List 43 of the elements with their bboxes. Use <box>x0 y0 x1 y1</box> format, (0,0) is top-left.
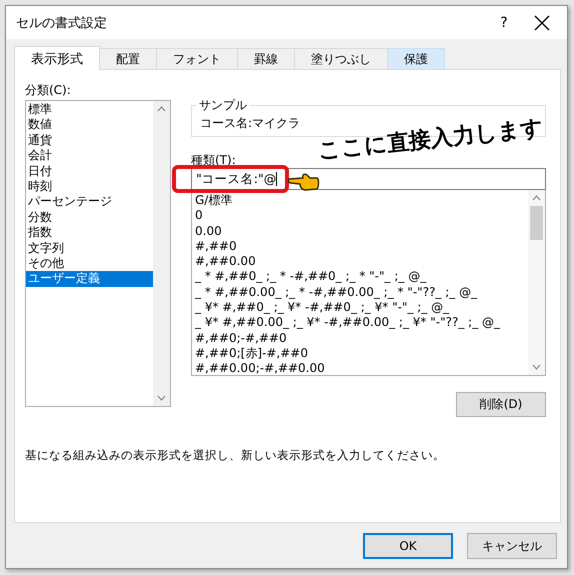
category-item[interactable]: 通貨 <box>26 132 153 148</box>
type-label: 種類(T): <box>191 152 237 168</box>
category-item[interactable]: 数値 <box>26 117 153 133</box>
category-item[interactable]: その他 <box>26 256 153 272</box>
delete-button[interactable]: 削除(D) <box>456 392 546 417</box>
tab[interactable]: 保護 <box>387 48 445 69</box>
format-item[interactable]: #,##0;[赤]-#,##0 <box>195 346 528 362</box>
dialog-button[interactable]: OK <box>363 533 453 559</box>
sample-value: コース名:マイクラ <box>200 114 300 132</box>
category-item[interactable]: 文字列 <box>26 240 153 256</box>
category-item[interactable]: 標準 <box>26 102 153 118</box>
annotation-text: ここに直接入力します <box>316 114 545 166</box>
scroll-up-icon[interactable] <box>532 195 541 201</box>
scroll-down-icon[interactable] <box>157 395 166 401</box>
sample-label: サンプル <box>196 97 250 114</box>
category-item[interactable]: 分数 <box>26 210 153 226</box>
scroll-down-icon[interactable] <box>532 364 541 370</box>
category-label: 分類(C): <box>25 82 72 98</box>
help-button[interactable]: ? <box>481 14 527 30</box>
category-item[interactable]: 指数 <box>26 225 153 241</box>
format-item[interactable]: #,##0.00;-#,##0.00 <box>195 361 528 375</box>
format-item[interactable]: 0.00 <box>195 224 528 239</box>
format-item[interactable]: #,##0.00 <box>195 254 528 270</box>
tab[interactable]: 表示形式 <box>14 46 100 70</box>
category-item[interactable]: ユーザー定義 <box>26 271 153 287</box>
category-item[interactable]: 会計 <box>26 148 153 164</box>
format-item[interactable]: G/標準 <box>195 193 528 208</box>
format-item[interactable]: 0 <box>195 208 528 224</box>
format-item[interactable]: #,##0;-#,##0 <box>195 330 528 346</box>
description-text: 基になる組み込みの表示形式を選択し、新しい表示形式を入力してください。 <box>25 448 446 462</box>
dialog-button[interactable]: キャンセル <box>467 533 557 559</box>
window-title: セルの書式設定 <box>16 14 108 32</box>
close-icon[interactable] <box>533 14 551 32</box>
category-item[interactable]: パーセンテージ <box>26 194 153 210</box>
format-item[interactable]: _ ¥* #,##0.00_ ;_ ¥* -#,##0.00_ ;_ ¥* "-"??_ ;_ @_ <box>195 315 528 331</box>
scrollbar-thumb[interactable] <box>530 206 543 240</box>
category-item[interactable]: 日付 <box>26 164 153 179</box>
format-item[interactable]: _ * #,##0_ ;_ * -#,##0_ ;_ * "-"_ ;_ @_ <box>195 269 528 285</box>
scroll-up-icon[interactable] <box>157 106 166 112</box>
format-item[interactable]: _ * #,##0.00_ ;_ * -#,##0.00_ ;_ * "-"??_ ;_ @_ <box>195 284 528 300</box>
format-item[interactable]: #,##0 <box>195 238 528 254</box>
format-item[interactable]: _ ¥* #,##0_ ;_ ¥* -#,##0_ ;_ ¥* "-"_ ;_ @_ <box>195 300 528 316</box>
category-item[interactable]: 時刻 <box>26 178 153 194</box>
